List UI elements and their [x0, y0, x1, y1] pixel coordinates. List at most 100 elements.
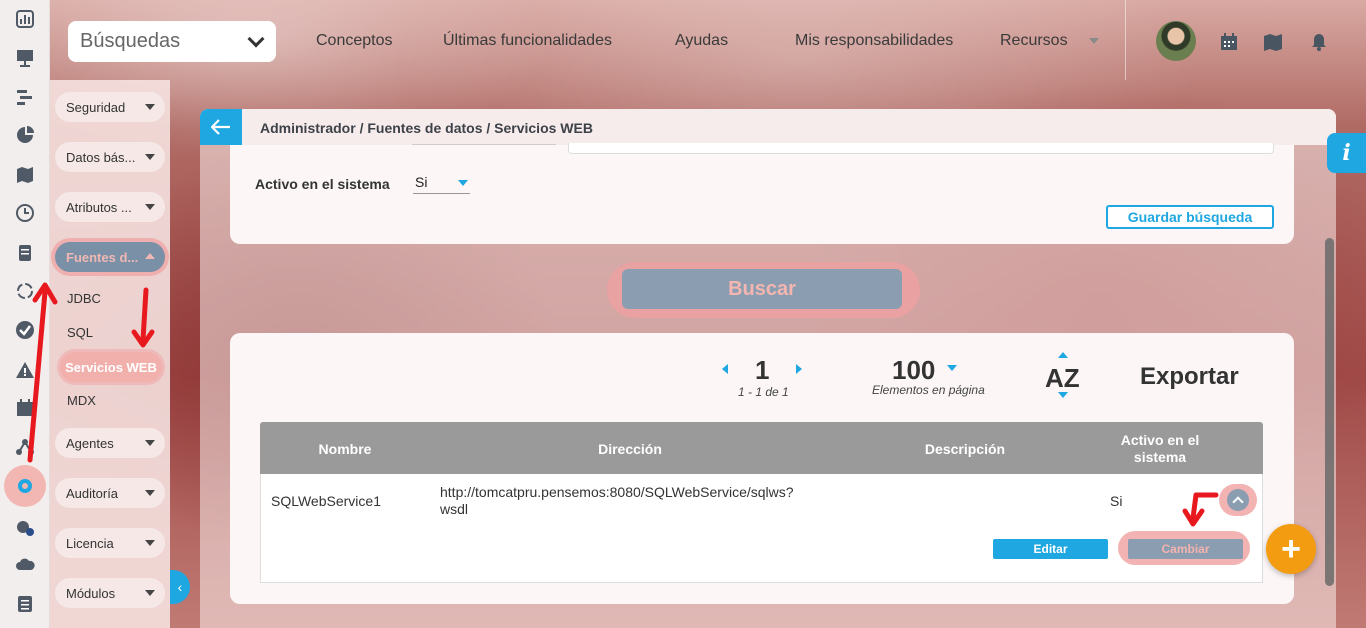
active-filter-label: Activo en el sistema [255, 176, 390, 192]
sidebar-item-label: Fuentes d... [66, 249, 139, 265]
prev-page-icon[interactable] [722, 364, 728, 374]
sidebar-item-label: Seguridad [66, 99, 126, 115]
nav-mis-responsabilidades[interactable]: Mis responsabilidades [795, 32, 953, 50]
table-row: SQLWebService1 http://tomcatpru.pensemos… [260, 474, 1263, 583]
sidebar-item-seguridad[interactable]: Seguridad [55, 92, 165, 122]
chevron-down-icon [145, 204, 155, 210]
icon-rail [0, 0, 50, 628]
agents-icon[interactable] [9, 512, 41, 544]
chevron-left-icon: ‹ [177, 579, 183, 595]
breadcrumb: Administrador / Fuentes de datos / Servi… [260, 120, 593, 136]
search-dropdown-label: Búsquedas [80, 30, 181, 52]
nav-conceptos[interactable]: Conceptos [316, 32, 393, 50]
table-header: Nombre Dirección Descripción Activo en e… [260, 422, 1263, 474]
bar-chart-icon[interactable] [9, 3, 41, 35]
sidebar-item-modulos[interactable]: Módulos [55, 578, 165, 608]
per-page-value[interactable]: 100 [892, 355, 935, 386]
sort-button[interactable]: AZ [1045, 363, 1080, 394]
subitem-jdbc[interactable]: JDBC [67, 291, 101, 306]
document-icon[interactable] [9, 237, 41, 269]
chevron-down-icon [247, 30, 265, 48]
sort-desc-icon[interactable] [1058, 392, 1068, 398]
cell-direccion: http://tomcatpru.pensemos:8080/SQLWebSer… [440, 484, 794, 518]
active-filter-value: Si [415, 174, 428, 190]
active-filter-select[interactable]: Si [413, 174, 470, 194]
chevron-up-icon [145, 253, 155, 259]
column-header-descripcion[interactable]: Descripción [910, 441, 1020, 457]
sidebar-item-fuentes-de-datos[interactable]: Fuentes d... [55, 242, 165, 272]
pie-chart-icon[interactable] [9, 119, 41, 151]
subitem-mdx[interactable]: MDX [67, 393, 96, 408]
search-dropdown[interactable]: Búsquedas [68, 21, 276, 62]
sidebar-item-agentes[interactable]: Agentes [55, 428, 165, 458]
topbar-divider [1125, 0, 1126, 80]
avatar[interactable] [1156, 21, 1196, 61]
cell-direccion-line: wsdl [440, 501, 469, 517]
cloud-icon[interactable] [9, 549, 41, 581]
column-header-nombre[interactable]: Nombre [300, 441, 390, 457]
presentation-icon[interactable] [9, 42, 41, 74]
sidebar-item-label: Atributos ... [66, 199, 132, 215]
page-number: 1 [755, 355, 770, 385]
column-header-direccion[interactable]: Dirección [570, 441, 690, 457]
calendar-icon[interactable] [9, 392, 41, 424]
sidebar-item-atributos[interactable]: Atributos ... [55, 192, 165, 222]
chevron-down-icon [145, 104, 155, 110]
subitem-servicios-web[interactable]: Servicios WEB [60, 352, 162, 382]
cell-activo: Si [1110, 493, 1123, 509]
sort-asc-icon[interactable] [1058, 352, 1068, 358]
sidebar-item-label: Licencia [66, 535, 114, 551]
page-range: 1 - 1 de 1 [738, 385, 789, 399]
edit-button[interactable]: Editar [993, 539, 1108, 559]
sidebar-item-auditoria[interactable]: Auditoría [55, 478, 165, 508]
change-button[interactable]: Cambiar [1128, 539, 1243, 559]
description-field[interactable] [568, 143, 1274, 154]
back-button[interactable] [200, 109, 242, 145]
chevron-down-icon [145, 590, 155, 596]
chevron-down-icon [145, 154, 155, 160]
sidebar-item-label: Auditoría [66, 485, 119, 501]
nav-recursos[interactable]: Recursos [1000, 32, 1068, 50]
field-underline [412, 144, 556, 145]
recursos-caret-icon [1089, 38, 1099, 44]
scrollbar[interactable] [1325, 238, 1334, 586]
search-button[interactable]: Buscar [622, 269, 902, 309]
per-page-label: Elementos en página [872, 383, 985, 397]
warning-icon[interactable] [9, 354, 41, 386]
list-icon[interactable] [9, 588, 41, 620]
chevron-down-icon [145, 440, 155, 446]
check-icon[interactable] [9, 314, 41, 346]
export-button[interactable]: Exportar [1140, 363, 1239, 391]
chevron-down-icon [145, 490, 155, 496]
collapse-row-button[interactable] [1227, 489, 1249, 511]
filter-card [230, 145, 1294, 244]
add-button[interactable]: + [1266, 524, 1316, 574]
column-header-activo[interactable]: Activo en el sistema [1115, 432, 1205, 466]
sidebar-item-label: Datos bás... [66, 149, 136, 165]
network-icon[interactable] [9, 431, 41, 463]
subitem-sql[interactable]: SQL [67, 325, 93, 340]
sidebar-item-datos-basicos[interactable]: Datos bás... [55, 142, 165, 172]
save-search-button[interactable]: Guardar búsqueda [1106, 205, 1274, 229]
map-icon[interactable] [1263, 32, 1283, 52]
arrow-left-icon [211, 119, 230, 135]
dropdown-caret-icon [458, 180, 468, 186]
sidebar-item-label: Agentes [66, 435, 114, 451]
cell-direccion-line: http://tomcatpru.pensemos:8080/SQLWebSer… [440, 484, 794, 500]
bell-icon[interactable] [1309, 32, 1329, 52]
info-button[interactable]: i [1327, 133, 1366, 173]
nav-ayudas[interactable]: Ayudas [675, 32, 728, 50]
nav-ultimas-funcionalidades[interactable]: Últimas funcionalidades [443, 32, 612, 50]
chevron-down-icon [145, 540, 155, 546]
cycle-icon[interactable] [9, 275, 41, 307]
clock-icon[interactable] [9, 197, 41, 229]
per-page-caret-icon[interactable] [947, 365, 957, 371]
settings-gear-icon[interactable] [4, 465, 46, 507]
sidebar-item-licencia[interactable]: Licencia [55, 528, 165, 558]
gantt-icon[interactable] [9, 81, 41, 113]
next-page-icon[interactable] [796, 364, 802, 374]
map-icon[interactable] [9, 159, 41, 191]
calendar-icon[interactable] [1219, 32, 1239, 52]
cell-nombre: SQLWebService1 [271, 493, 381, 509]
sidebar-item-label: Módulos [66, 585, 116, 601]
